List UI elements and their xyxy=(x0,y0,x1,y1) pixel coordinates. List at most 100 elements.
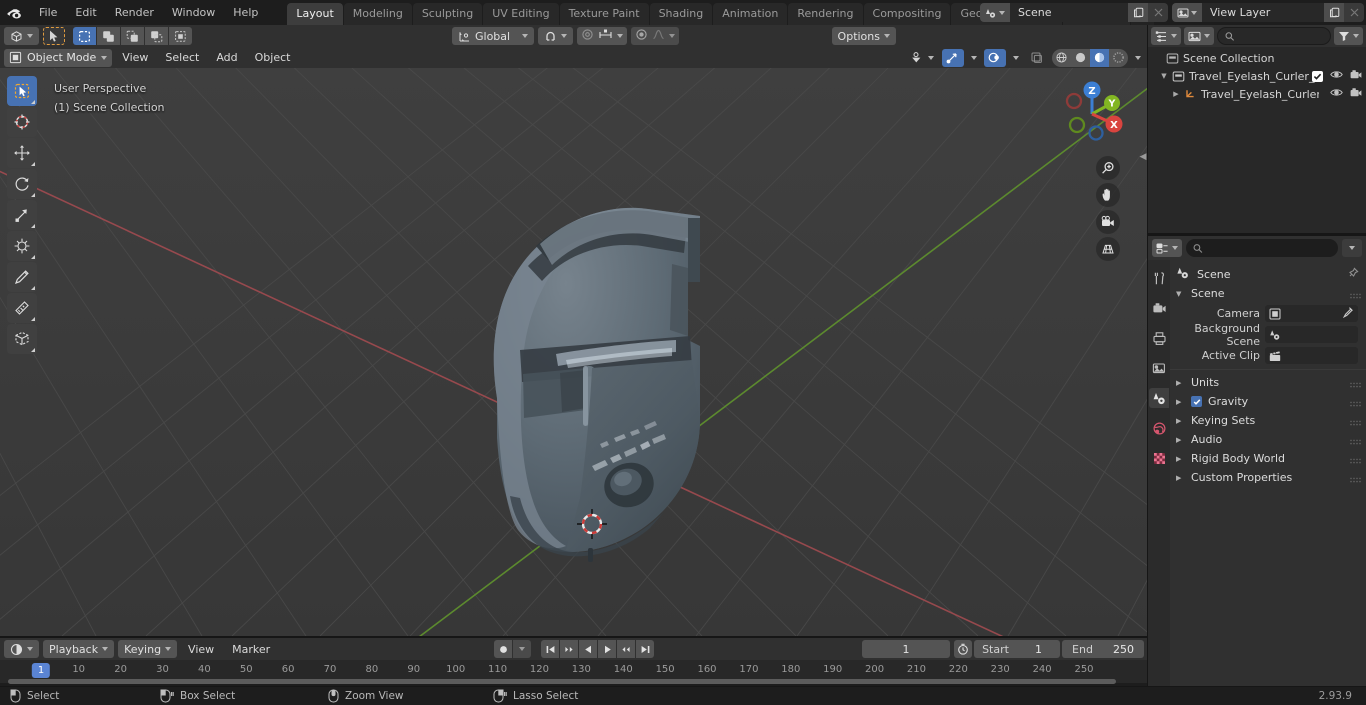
cursor-tool[interactable] xyxy=(7,107,37,137)
outliner-row-collection[interactable]: ▼ Travel_Eyelash_Curler_Japonesque xyxy=(1148,67,1366,85)
view-layer-selector[interactable]: View Layer xyxy=(1172,3,1364,22)
transform-orientation-dropdown[interactable]: Global xyxy=(452,27,534,45)
panel-header-rigid-body-world[interactable]: ▶ Rigid Body World xyxy=(1170,449,1366,468)
shading-material-preview-button[interactable] xyxy=(1090,48,1109,67)
add-cube-tool[interactable] xyxy=(7,324,37,354)
properties-panel[interactable]: Scene ▼ Scene Camera Background Scene Ac… xyxy=(1170,260,1366,687)
menu-render[interactable]: Render xyxy=(106,3,163,22)
collection-enable-checkbox[interactable] xyxy=(1312,70,1323,82)
move-tool[interactable] xyxy=(7,138,37,168)
auto-key-dropdown[interactable] xyxy=(513,640,531,658)
use-preview-range-button[interactable] xyxy=(954,640,972,658)
menu-add[interactable]: Add xyxy=(209,49,244,66)
scene-tab[interactable] xyxy=(1149,388,1169,408)
timeline-scrollbar[interactable] xyxy=(0,678,1122,685)
jump-to-start-button[interactable] xyxy=(541,640,559,658)
jump-to-end-button[interactable] xyxy=(636,640,654,658)
next-keyframe-button[interactable] xyxy=(617,640,635,658)
play-reverse-button[interactable] xyxy=(579,640,597,658)
properties-editor-type-button[interactable] xyxy=(1152,239,1182,257)
world-tab[interactable] xyxy=(1149,418,1169,438)
select-mode-extend[interactable] xyxy=(97,27,120,45)
eyedropper-icon[interactable] xyxy=(1342,306,1354,321)
tab-rendering[interactable]: Rendering xyxy=(788,3,863,25)
tab-animation[interactable]: Animation xyxy=(713,3,788,25)
pan-view-button[interactable] xyxy=(1096,183,1120,207)
outliner-filter-button[interactable] xyxy=(1334,27,1363,45)
output-tab[interactable] xyxy=(1149,328,1169,348)
camera-view-button[interactable] xyxy=(1096,210,1120,234)
measure-tool[interactable] xyxy=(7,293,37,323)
viewport-options-button[interactable]: Options xyxy=(831,27,896,45)
editor-type-button[interactable] xyxy=(4,27,39,45)
panel-header-audio[interactable]: ▶ Audio xyxy=(1170,430,1366,449)
zoom-view-button[interactable] xyxy=(1096,156,1120,180)
shading-rendered-button[interactable] xyxy=(1109,49,1128,67)
tab-sculpting[interactable]: Sculpting xyxy=(412,3,483,25)
shading-dropdown[interactable] xyxy=(1132,49,1144,67)
shading-wireframe-button[interactable] xyxy=(1052,49,1071,67)
current-frame-field[interactable]: 1 xyxy=(862,640,950,658)
outliner-row-scene-collection[interactable]: Scene Collection xyxy=(1148,49,1366,67)
3d-viewport[interactable]: User Perspective (1) Scene Collection Z … xyxy=(0,68,1148,638)
overlays-toggle-button[interactable] xyxy=(984,48,1006,67)
new-view-layer-button[interactable] xyxy=(1324,3,1344,22)
blender-logo-icon[interactable] xyxy=(0,0,30,25)
outliner-search-field[interactable] xyxy=(1238,29,1323,43)
scene-name-field[interactable]: Scene xyxy=(1010,3,1128,22)
panel-header-keying-sets[interactable]: ▶ Keying Sets xyxy=(1170,411,1366,430)
menu-window[interactable]: Window xyxy=(163,3,224,22)
play-button[interactable] xyxy=(598,640,616,658)
remove-view-layer-button[interactable] xyxy=(1344,3,1364,22)
outliner-filter-scene-button[interactable] xyxy=(1184,27,1214,45)
menu-file[interactable]: File xyxy=(30,3,66,22)
gizmo-toggle-button[interactable] xyxy=(942,48,964,67)
panel-header-scene[interactable]: ▼ Scene xyxy=(1170,284,1366,303)
unlink-scene-button[interactable] xyxy=(1148,3,1168,22)
gravity-checkbox[interactable] xyxy=(1191,396,1202,407)
select-mode-intersect[interactable] xyxy=(169,27,192,45)
tab-compositing[interactable]: Compositing xyxy=(863,3,951,25)
tab-shading[interactable]: Shading xyxy=(649,3,713,25)
panel-header-units[interactable]: ▶ Units xyxy=(1170,373,1366,392)
frame-start-field[interactable]: Start 1 xyxy=(974,640,1060,658)
tool-tab[interactable] xyxy=(1149,268,1169,288)
rotate-tool[interactable] xyxy=(7,169,37,199)
tweak-select-tool[interactable] xyxy=(7,76,37,106)
timeline-playhead[interactable]: 1 xyxy=(31,663,51,678)
tab-texture-paint[interactable]: Texture Paint xyxy=(559,3,649,25)
render-camera-icon[interactable] xyxy=(1350,69,1362,83)
scale-tool[interactable] xyxy=(7,200,37,230)
panel-header-gravity[interactable]: ▶ Gravity xyxy=(1170,392,1366,411)
properties-search-input[interactable] xyxy=(1186,239,1338,257)
properties-filter-dropdown[interactable] xyxy=(1342,239,1362,257)
outliner-search-input[interactable] xyxy=(1217,27,1331,45)
snap-magnet-button[interactable] xyxy=(538,27,573,45)
shading-solid-button[interactable] xyxy=(1071,49,1090,67)
overlays-dropdown[interactable] xyxy=(1010,49,1022,67)
mode-dropdown[interactable]: Object Mode xyxy=(4,48,113,67)
outliner-panel[interactable]: Scene Collection ▼ Travel_Eyelash_Curler… xyxy=(1148,47,1366,233)
menu-select[interactable]: Select xyxy=(158,49,206,66)
tab-uv-editing[interactable]: UV Editing xyxy=(483,3,559,25)
tab-layout[interactable]: Layout xyxy=(287,3,343,25)
render-tab[interactable] xyxy=(1149,298,1169,318)
view-layer-name-field[interactable]: View Layer xyxy=(1202,3,1324,22)
background-scene-field[interactable] xyxy=(1265,326,1358,343)
outliner-row-object[interactable]: ▶ Travel_Eyelash_Curler_Ja xyxy=(1148,85,1366,103)
panel-header-custom-properties[interactable]: ▶ Custom Properties xyxy=(1170,468,1366,487)
frame-end-field[interactable]: End 250 xyxy=(1062,640,1144,658)
visibility-eye-icon[interactable] xyxy=(1330,69,1343,83)
select-mode-set[interactable] xyxy=(73,27,96,45)
annotate-tool[interactable] xyxy=(7,262,37,292)
view-layer-tab[interactable] xyxy=(1149,358,1169,378)
navigation-gizmo[interactable]: Z Y X xyxy=(1054,76,1130,152)
properties-search-field[interactable] xyxy=(1207,241,1331,255)
menu-help[interactable]: Help xyxy=(224,3,267,22)
tab-modeling[interactable]: Modeling xyxy=(343,3,412,25)
select-cursor-icon[interactable] xyxy=(43,27,65,45)
record-dot-icon[interactable] xyxy=(494,640,512,658)
select-mode-subtract[interactable] xyxy=(121,27,144,45)
outliner-display-mode-button[interactable] xyxy=(1151,27,1181,45)
texture-tab[interactable] xyxy=(1149,448,1169,468)
